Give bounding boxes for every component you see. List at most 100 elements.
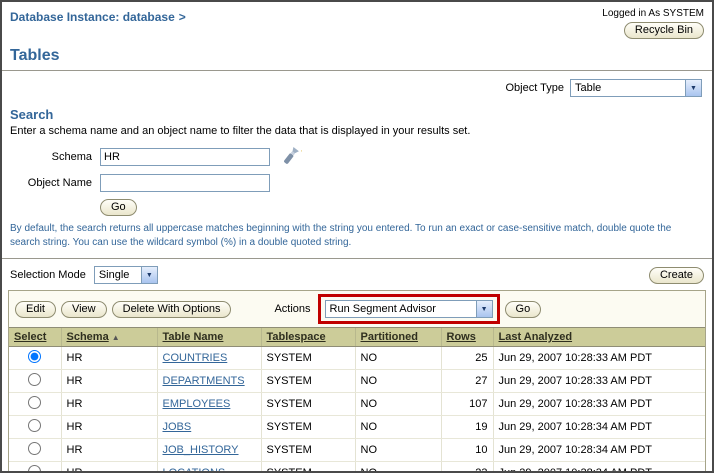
table-name-link[interactable]: JOB_HISTORY bbox=[163, 444, 239, 456]
logged-in-text: Logged in As SYSTEM bbox=[602, 8, 704, 19]
column-header-tablespace[interactable]: Tablespace bbox=[261, 328, 355, 347]
column-header-schema[interactable]: Schema▲ bbox=[61, 328, 157, 347]
table-name-link[interactable]: DEPARTMENTS bbox=[163, 375, 245, 387]
table-name-link[interactable]: EMPLOYEES bbox=[163, 398, 231, 410]
table-header-row: Select Schema▲ Table Name Tablespace Par… bbox=[9, 328, 705, 347]
selection-mode-row: Selection Mode Single ▼ Create bbox=[2, 259, 712, 290]
last-analyzed-cell: Jun 29, 2007 10:28:33 AM PDT bbox=[493, 370, 705, 393]
tables-table: Select Schema▲ Table Name Tablespace Par… bbox=[9, 327, 705, 473]
tablespace-cell: SYSTEM bbox=[261, 462, 355, 473]
schema-cell: HR bbox=[61, 393, 157, 416]
column-header-partitioned[interactable]: Partitioned bbox=[355, 328, 441, 347]
schema-label: Schema bbox=[10, 151, 100, 163]
tablespace-cell: SYSTEM bbox=[261, 439, 355, 462]
selection-mode-select[interactable]: Single ▼ bbox=[94, 266, 158, 284]
table-row: HR EMPLOYEES SYSTEM NO 107 Jun 29, 2007 … bbox=[9, 393, 705, 416]
object-type-select[interactable]: Table ▼ bbox=[570, 79, 702, 97]
rows-cell: 25 bbox=[441, 347, 493, 370]
sort-ascending-icon: ▲ bbox=[112, 333, 120, 342]
annotation-highlight-box: Run Segment Advisor ▼ bbox=[318, 294, 500, 324]
search-go-button[interactable]: Go bbox=[100, 199, 137, 216]
schema-input[interactable] bbox=[100, 148, 270, 166]
actions-label: Actions bbox=[274, 303, 310, 315]
rows-cell: 10 bbox=[441, 439, 493, 462]
search-go-row: Go bbox=[100, 199, 712, 216]
row-select-radio[interactable] bbox=[28, 442, 41, 455]
partitioned-cell: NO bbox=[355, 462, 441, 473]
row-select-radio[interactable] bbox=[28, 396, 41, 409]
table-row: HR LOCATIONS SYSTEM NO 23 Jun 29, 2007 1… bbox=[9, 462, 705, 473]
tablespace-cell: SYSTEM bbox=[261, 416, 355, 439]
search-instruction: Enter a schema name and an object name t… bbox=[10, 125, 712, 137]
search-tip-text: By default, the search returns all upper… bbox=[10, 222, 704, 250]
delete-with-options-button[interactable]: Delete With Options bbox=[112, 301, 232, 318]
schema-cell: HR bbox=[61, 462, 157, 473]
schema-row: Schema bbox=[10, 145, 712, 169]
edit-button[interactable]: Edit bbox=[15, 301, 56, 318]
rows-cell: 107 bbox=[441, 393, 493, 416]
header-right: Logged in As SYSTEM Recycle Bin bbox=[602, 8, 704, 39]
last-analyzed-cell: Jun 29, 2007 10:28:33 AM PDT bbox=[493, 393, 705, 416]
column-header-table-name[interactable]: Table Name bbox=[157, 328, 261, 347]
row-select-radio[interactable] bbox=[28, 465, 41, 473]
selection-mode-label: Selection Mode bbox=[10, 269, 86, 281]
partitioned-cell: NO bbox=[355, 416, 441, 439]
chevron-down-icon: ▼ bbox=[476, 301, 492, 317]
recycle-bin-button[interactable]: Recycle Bin bbox=[624, 22, 704, 39]
rows-cell: 27 bbox=[441, 370, 493, 393]
breadcrumb-database-instance-link[interactable]: Database Instance: database bbox=[10, 10, 175, 24]
schema-cell: HR bbox=[61, 416, 157, 439]
table-row: HR JOB_HISTORY SYSTEM NO 10 Jun 29, 2007… bbox=[9, 439, 705, 462]
results-region: Edit View Delete With Options Actions Ru… bbox=[8, 290, 706, 473]
column-header-select[interactable]: Select bbox=[9, 328, 61, 347]
schema-cell: HR bbox=[61, 370, 157, 393]
partitioned-cell: NO bbox=[355, 393, 441, 416]
table-toolbar: Edit View Delete With Options Actions Ru… bbox=[9, 291, 705, 327]
actions-select[interactable]: Run Segment Advisor ▼ bbox=[325, 300, 493, 318]
schema-cell: HR bbox=[61, 439, 157, 462]
last-analyzed-cell: Jun 29, 2007 10:28:34 AM PDT bbox=[493, 462, 705, 473]
table-row: HR COUNTRIES SYSTEM NO 25 Jun 29, 2007 1… bbox=[9, 347, 705, 370]
last-analyzed-cell: Jun 29, 2007 10:28:33 AM PDT bbox=[493, 347, 705, 370]
page-header: Database Instance: database > Logged in A… bbox=[2, 2, 712, 39]
actions-go-button[interactable]: Go bbox=[505, 301, 542, 318]
rows-cell: 19 bbox=[441, 416, 493, 439]
chevron-down-icon: ▼ bbox=[141, 267, 157, 283]
partitioned-cell: NO bbox=[355, 439, 441, 462]
last-analyzed-cell: Jun 29, 2007 10:28:34 AM PDT bbox=[493, 439, 705, 462]
object-type-row: Object Type Table ▼ bbox=[2, 71, 712, 99]
rows-cell: 23 bbox=[441, 462, 493, 473]
search-heading: Search bbox=[10, 107, 712, 122]
breadcrumb: Database Instance: database > bbox=[10, 8, 186, 24]
create-button[interactable]: Create bbox=[649, 267, 704, 284]
column-header-last-analyzed[interactable]: Last Analyzed bbox=[493, 328, 705, 347]
row-select-radio[interactable] bbox=[28, 373, 41, 386]
schema-cell: HR bbox=[61, 347, 157, 370]
table-name-link[interactable]: COUNTRIES bbox=[163, 352, 228, 364]
table-row: HR DEPARTMENTS SYSTEM NO 27 Jun 29, 2007… bbox=[9, 370, 705, 393]
last-analyzed-cell: Jun 29, 2007 10:28:34 AM PDT bbox=[493, 416, 705, 439]
table-name-link[interactable]: JOBS bbox=[163, 421, 192, 433]
column-header-rows[interactable]: Rows bbox=[441, 328, 493, 347]
tablespace-cell: SYSTEM bbox=[261, 370, 355, 393]
object-name-label: Object Name bbox=[10, 177, 100, 189]
row-select-radio[interactable] bbox=[28, 419, 41, 432]
row-select-radio[interactable] bbox=[28, 350, 41, 363]
partitioned-cell: NO bbox=[355, 347, 441, 370]
partitioned-cell: NO bbox=[355, 370, 441, 393]
view-button[interactable]: View bbox=[61, 301, 107, 318]
selection-mode-value: Single bbox=[95, 267, 141, 283]
table-name-link[interactable]: LOCATIONS bbox=[163, 467, 226, 473]
page: Database Instance: database > Logged in A… bbox=[0, 0, 714, 473]
actions-value: Run Segment Advisor bbox=[326, 301, 476, 317]
table-row: HR JOBS SYSTEM NO 19 Jun 29, 2007 10:28:… bbox=[9, 416, 705, 439]
object-type-label: Object Type bbox=[506, 82, 565, 94]
object-name-input[interactable] bbox=[100, 174, 270, 192]
tablespace-cell: SYSTEM bbox=[261, 347, 355, 370]
chevron-down-icon: ▼ bbox=[685, 80, 701, 96]
tablespace-cell: SYSTEM bbox=[261, 393, 355, 416]
object-type-value: Table bbox=[571, 80, 685, 96]
flashlight-lookup-icon[interactable] bbox=[278, 145, 302, 169]
object-name-row: Object Name bbox=[10, 174, 712, 192]
breadcrumb-arrow-icon: > bbox=[179, 10, 186, 24]
